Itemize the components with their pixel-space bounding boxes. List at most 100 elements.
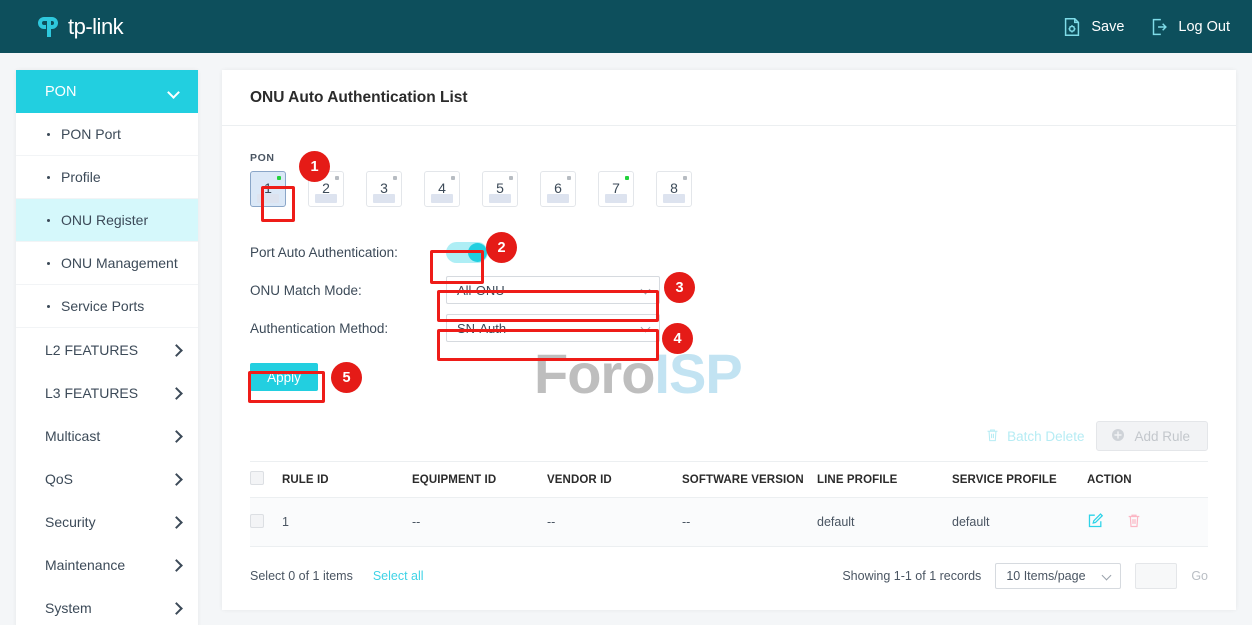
sidebar-item-onu-management[interactable]: ONU Management <box>16 242 198 285</box>
pon-port-row: 1 2 3 4 5 6 7 8 <box>250 171 1208 207</box>
sidebar-item-label: L2 FEATURES <box>45 341 139 358</box>
pon-port-5[interactable]: 5 <box>482 171 518 207</box>
sidebar-item-l2-features[interactable]: L2 FEATURES <box>16 328 198 371</box>
port-led-icon <box>567 176 571 180</box>
toggle-knob <box>468 242 487 262</box>
port-led-icon <box>277 176 281 180</box>
add-rule-label: Add Rule <box>1134 428 1190 444</box>
pon-port-3[interactable]: 3 <box>366 171 402 207</box>
pon-port-8[interactable]: 8 <box>656 171 692 207</box>
port-led-icon <box>451 176 455 180</box>
apply-button[interactable]: Apply <box>250 363 318 391</box>
sidebar-group-pon[interactable]: PON <box>16 70 198 113</box>
row-checkbox[interactable] <box>250 513 264 528</box>
sidebar-item-label: System <box>45 599 92 616</box>
onu-match-mode-label: ONU Match Mode: <box>250 282 362 298</box>
pon-port-6[interactable]: 6 <box>540 171 576 207</box>
column-software-version: SOFTWARE VERSION <box>682 461 817 498</box>
sidebar-item-onu-register[interactable]: ONU Register <box>16 199 198 242</box>
column-line-profile: LINE PROFILE <box>817 461 952 498</box>
chevron-down-icon <box>642 324 651 333</box>
bullet-icon <box>47 132 50 136</box>
pagination-controls: Showing 1-1 of 1 records 10 Items/page G… <box>842 563 1208 589</box>
page-size-select[interactable]: 10 Items/page <box>995 563 1122 589</box>
logout-label: Log Out <box>1178 18 1230 35</box>
port-jack-icon <box>489 194 511 203</box>
sidebar: PON PON Port Profile ONU Register ONU Ma… <box>16 70 198 625</box>
port-led-icon <box>335 176 339 180</box>
sidebar-item-l3-features[interactable]: L3 FEATURES <box>16 371 198 414</box>
main-card: ONU Auto Authentication List ForoISP PON… <box>222 70 1236 610</box>
save-button[interactable]: Save <box>1061 16 1124 38</box>
plus-circle-icon <box>1110 427 1126 446</box>
chevron-right-icon <box>172 432 180 440</box>
port-led-icon <box>509 176 513 180</box>
go-button[interactable]: Go <box>1191 569 1208 583</box>
pon-port-1[interactable]: 1 <box>250 171 286 207</box>
row-checkbox-cell <box>250 497 282 547</box>
cell-equipment-id: -- <box>412 497 547 547</box>
sidebar-item-label: Security <box>45 513 96 530</box>
port-led-icon <box>625 176 629 180</box>
tp-link-wordmark: tp-link <box>68 13 124 39</box>
chevron-down-icon <box>1103 572 1112 581</box>
auth-method-label: Authentication Method: <box>250 320 389 336</box>
sidebar-item-security[interactable]: Security <box>16 500 198 543</box>
cell-vendor-id: -- <box>547 497 682 547</box>
batch-delete-button[interactable]: Batch Delete <box>985 427 1084 446</box>
select-all-link[interactable]: Select all <box>373 569 424 583</box>
pon-label: PON <box>250 152 275 164</box>
sidebar-item-label: PON Port <box>61 126 121 142</box>
chevron-down-icon <box>169 88 180 95</box>
port-jack-icon <box>605 194 627 203</box>
add-rule-button[interactable]: Add Rule <box>1096 421 1208 451</box>
port-jack-icon <box>257 194 279 203</box>
bullet-icon <box>47 218 50 222</box>
sidebar-group-pon-label: PON <box>45 83 77 100</box>
onu-match-mode-select[interactable]: All-ONU <box>446 276 660 304</box>
chevron-right-icon <box>172 518 180 526</box>
port-jack-icon <box>373 194 395 203</box>
sidebar-item-system[interactable]: System <box>16 586 198 625</box>
table-row: 1 -- -- -- default default <box>250 497 1208 547</box>
port-auto-auth-toggle[interactable] <box>446 241 488 263</box>
pon-port-2[interactable]: 2 <box>308 171 344 207</box>
column-service-profile: SERVICE PROFILE <box>952 461 1087 498</box>
logout-arrow-icon <box>1148 16 1170 38</box>
save-label: Save <box>1091 18 1125 35</box>
auth-method-select[interactable]: SN-Auth <box>446 314 660 342</box>
bullet-icon <box>47 261 50 265</box>
sidebar-item-qos[interactable]: QoS <box>16 457 198 500</box>
chevron-right-icon <box>172 561 180 569</box>
port-auto-auth-row: Port Auto Authentication: <box>250 233 1208 271</box>
port-jack-icon <box>431 194 453 203</box>
select-all-header <box>250 461 282 498</box>
onu-match-mode-row: ONU Match Mode: All-ONU <box>250 271 1208 309</box>
cell-service-profile: default <box>952 497 1087 547</box>
sidebar-item-service-ports[interactable]: Service Ports <box>16 285 198 328</box>
sidebar-item-pon-port[interactable]: PON Port <box>16 113 198 156</box>
trash-icon <box>985 427 1000 446</box>
sidebar-item-label: Service Ports <box>61 298 145 314</box>
port-led-icon <box>393 176 397 180</box>
sidebar-item-multicast[interactable]: Multicast <box>16 414 198 457</box>
select-all-checkbox[interactable] <box>250 471 264 485</box>
column-equipment-id: EQUIPMENT ID <box>412 461 547 498</box>
chevron-right-icon <box>172 346 180 354</box>
page-jump-input[interactable] <box>1135 563 1178 589</box>
sidebar-item-label: Multicast <box>45 427 101 444</box>
logout-button[interactable]: Log Out <box>1148 16 1230 38</box>
pon-port-7[interactable]: 7 <box>598 171 634 207</box>
table-footer: Select 0 of 1 items Select all Showing 1… <box>250 563 1208 589</box>
column-action: ACTION <box>1087 461 1208 498</box>
delete-trash-icon[interactable] <box>1126 512 1142 532</box>
page-title: ONU Auto Authentication List <box>222 70 1236 126</box>
edit-pencil-icon[interactable] <box>1087 512 1104 532</box>
app-header: tp-link Save Log Out <box>0 0 1252 53</box>
table-header-row: RULE ID EQUIPMENT ID VENDOR ID SOFTWARE … <box>250 461 1208 498</box>
pon-port-4[interactable]: 4 <box>424 171 460 207</box>
table-head: RULE ID EQUIPMENT ID VENDOR ID SOFTWARE … <box>250 461 1208 498</box>
sidebar-item-profile[interactable]: Profile <box>16 156 198 199</box>
pon-port-selector: PON 1 2 3 4 5 6 7 8 <box>250 126 1208 207</box>
sidebar-item-maintenance[interactable]: Maintenance <box>16 543 198 586</box>
